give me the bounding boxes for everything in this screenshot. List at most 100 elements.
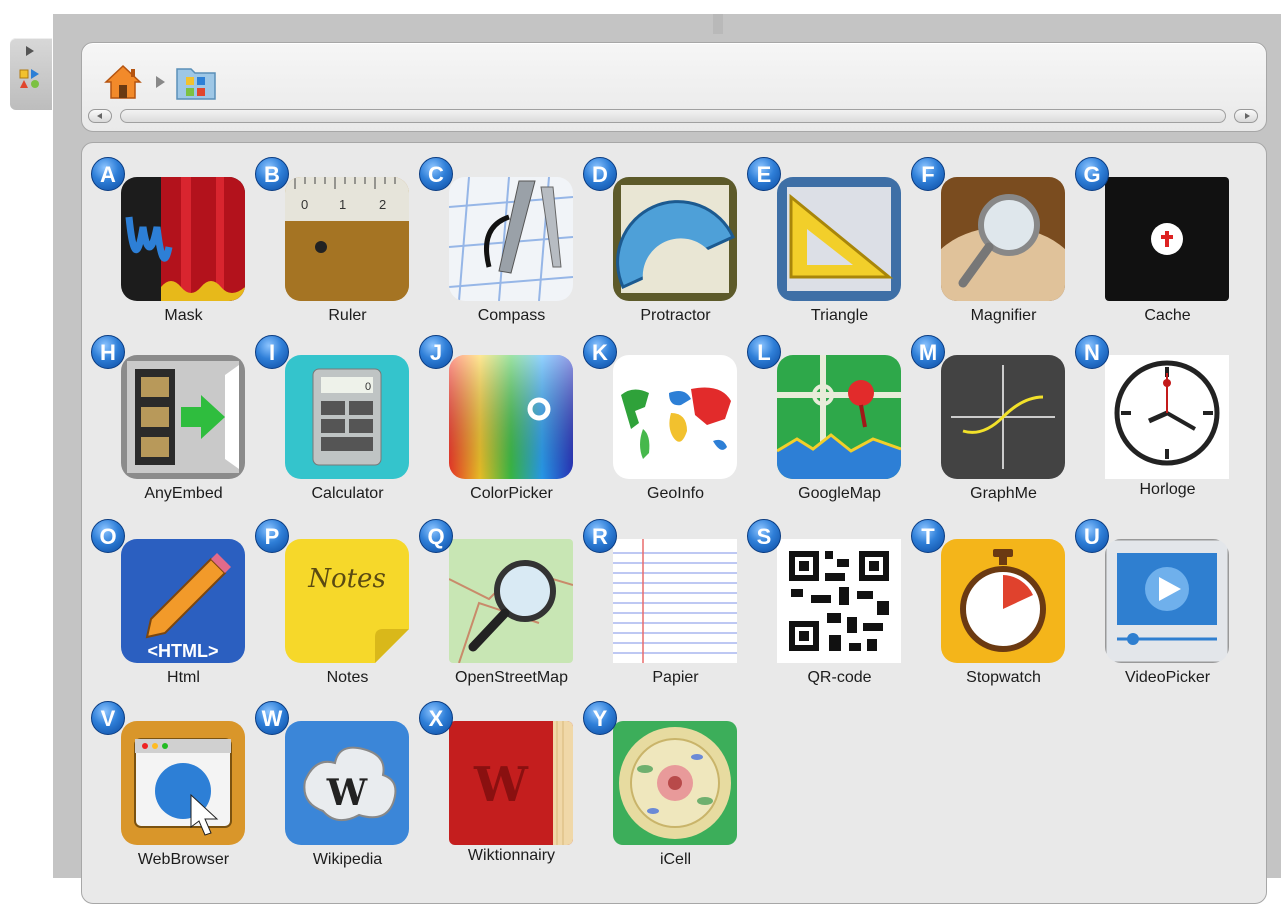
- web-browser-icon[interactable]: [121, 721, 245, 845]
- app-label: iCell: [659, 851, 692, 868]
- app-label: Calculator: [311, 485, 384, 502]
- panel-divider: [713, 14, 723, 34]
- letter-badge: T: [911, 519, 945, 553]
- app-label: Horloge: [1139, 481, 1196, 498]
- app-colorpicker[interactable]: J ColorPicker: [419, 335, 579, 511]
- app-stopwatch[interactable]: T Stopwatch: [911, 519, 1071, 695]
- svg-text:0: 0: [301, 197, 308, 212]
- letter-badge: S: [747, 519, 781, 553]
- stopwatch-icon[interactable]: [941, 539, 1065, 663]
- letter-badge: N: [1075, 335, 1109, 369]
- app-cache[interactable]: G Cache: [1075, 157, 1235, 333]
- app-icell[interactable]: Y iCell: [583, 701, 743, 877]
- app-mask[interactable]: A Mask: [91, 157, 251, 333]
- notes-icon[interactable]: Notes: [285, 539, 409, 663]
- app-openstreetmap[interactable]: Q OpenStreetMap: [419, 519, 579, 695]
- dock-toggle-tab[interactable]: [10, 38, 52, 110]
- protractor-icon[interactable]: [613, 177, 737, 301]
- qr-code-icon[interactable]: [777, 539, 901, 663]
- app-horloge[interactable]: N Horloge: [1075, 335, 1235, 511]
- app-triangle[interactable]: E Triangle: [747, 157, 907, 333]
- app-ruler[interactable]: B 0 1 2 Ruler: [255, 157, 415, 333]
- letter-badge: C: [419, 157, 453, 191]
- letter-badge: H: [91, 335, 125, 369]
- html-pencil-icon[interactable]: <HTML>: [121, 539, 245, 663]
- scroll-track[interactable]: [120, 109, 1226, 123]
- ruler-icon[interactable]: 0 1 2: [285, 177, 409, 301]
- applications-icon[interactable]: [19, 68, 41, 90]
- letter-badge: A: [91, 157, 125, 191]
- app-magnifier[interactable]: F Magnifier: [911, 157, 1071, 333]
- app-papier[interactable]: R Papier: [583, 519, 743, 695]
- applications-folder-icon[interactable]: [174, 61, 218, 103]
- app-anyembed[interactable]: H AnyEmbed: [91, 335, 251, 511]
- app-protractor[interactable]: D Protractor: [583, 157, 743, 333]
- svg-text:W: W: [326, 772, 368, 814]
- triangle-icon[interactable]: [777, 177, 901, 301]
- letter-badge: O: [91, 519, 125, 553]
- app-label: Mask: [164, 307, 203, 324]
- app-label: Triangle: [810, 307, 869, 324]
- cache-icon[interactable]: [1105, 177, 1229, 301]
- letter-badge: X: [419, 701, 453, 735]
- app-label: WebBrowser: [137, 851, 230, 868]
- wikipedia-icon[interactable]: W: [285, 721, 409, 845]
- map-magnifier-icon[interactable]: [449, 539, 573, 663]
- app-label: Magnifier: [970, 307, 1037, 324]
- graph-icon[interactable]: [941, 355, 1065, 479]
- app-label: Protractor: [640, 307, 711, 324]
- letter-badge: M: [911, 335, 945, 369]
- right-arrow-icon: [1245, 113, 1250, 119]
- app-wiktionnairy[interactable]: X W Wiktionnairy: [419, 701, 579, 877]
- svg-text:0: 0: [365, 381, 371, 393]
- svg-text:Notes: Notes: [307, 564, 386, 594]
- app-qr-code[interactable]: S QR-code: [747, 519, 907, 695]
- svg-text:1: 1: [339, 197, 346, 212]
- home-icon[interactable]: [104, 63, 142, 101]
- app-label: Papier: [652, 669, 699, 686]
- app-videopicker[interactable]: U VideoPicker: [1075, 519, 1235, 695]
- wiktionary-book-icon[interactable]: W: [449, 721, 573, 845]
- app-label: Wikipedia: [312, 851, 383, 868]
- world-map-icon[interactable]: [613, 355, 737, 479]
- app-compass[interactable]: C Compass: [419, 157, 579, 333]
- scroll-right-button[interactable]: [1234, 109, 1258, 123]
- letter-badge: Y: [583, 701, 617, 735]
- cell-icon[interactable]: [613, 721, 737, 845]
- app-wikipedia[interactable]: W W Wikipedia: [255, 701, 415, 877]
- app-googlemap[interactable]: L GoogleMap: [747, 335, 907, 511]
- letter-badge: R: [583, 519, 617, 553]
- app-geoinfo[interactable]: K GeoInfo: [583, 335, 743, 511]
- app-label: Notes: [326, 669, 369, 686]
- magnifier-icon[interactable]: [941, 177, 1065, 301]
- horizontal-scrollbar[interactable]: [88, 109, 1258, 123]
- app-label: GoogleMap: [798, 485, 881, 502]
- calculator-icon[interactable]: 0: [285, 355, 409, 479]
- color-picker-icon[interactable]: [449, 355, 573, 479]
- applications-panel: A Mask B 0 1 2 Ruler C Compass D Protrac…: [53, 14, 1281, 904]
- compass-icon[interactable]: [449, 177, 573, 301]
- letter-badge: W: [255, 701, 289, 735]
- scroll-left-button[interactable]: [88, 109, 112, 123]
- breadcrumb-separator-icon: [156, 76, 165, 88]
- letter-badge: U: [1075, 519, 1109, 553]
- video-player-icon[interactable]: [1105, 539, 1229, 663]
- app-label: OpenStreetMap: [455, 669, 568, 686]
- app-graphme[interactable]: M GraphMe: [911, 335, 1071, 511]
- mask-icon[interactable]: [121, 177, 245, 301]
- app-label: AnyEmbed: [144, 485, 223, 502]
- map-pin-icon[interactable]: [777, 355, 901, 479]
- navigation-bar: [81, 42, 1267, 132]
- lined-paper-icon[interactable]: [613, 539, 737, 663]
- film-embed-icon[interactable]: [121, 355, 245, 479]
- app-label: Compass: [477, 307, 546, 324]
- app-calculator[interactable]: I 0 Calculator: [255, 335, 415, 511]
- app-notes[interactable]: P Notes Notes: [255, 519, 415, 695]
- app-webbrowser[interactable]: V WebBrowser: [91, 701, 251, 877]
- app-html[interactable]: O <HTML> Html: [91, 519, 251, 695]
- clock-icon[interactable]: [1105, 355, 1229, 479]
- app-label: Cache: [1144, 307, 1191, 324]
- expand-arrow-icon[interactable]: [26, 46, 34, 56]
- svg-text:2: 2: [379, 197, 386, 212]
- letter-badge: J: [419, 335, 453, 369]
